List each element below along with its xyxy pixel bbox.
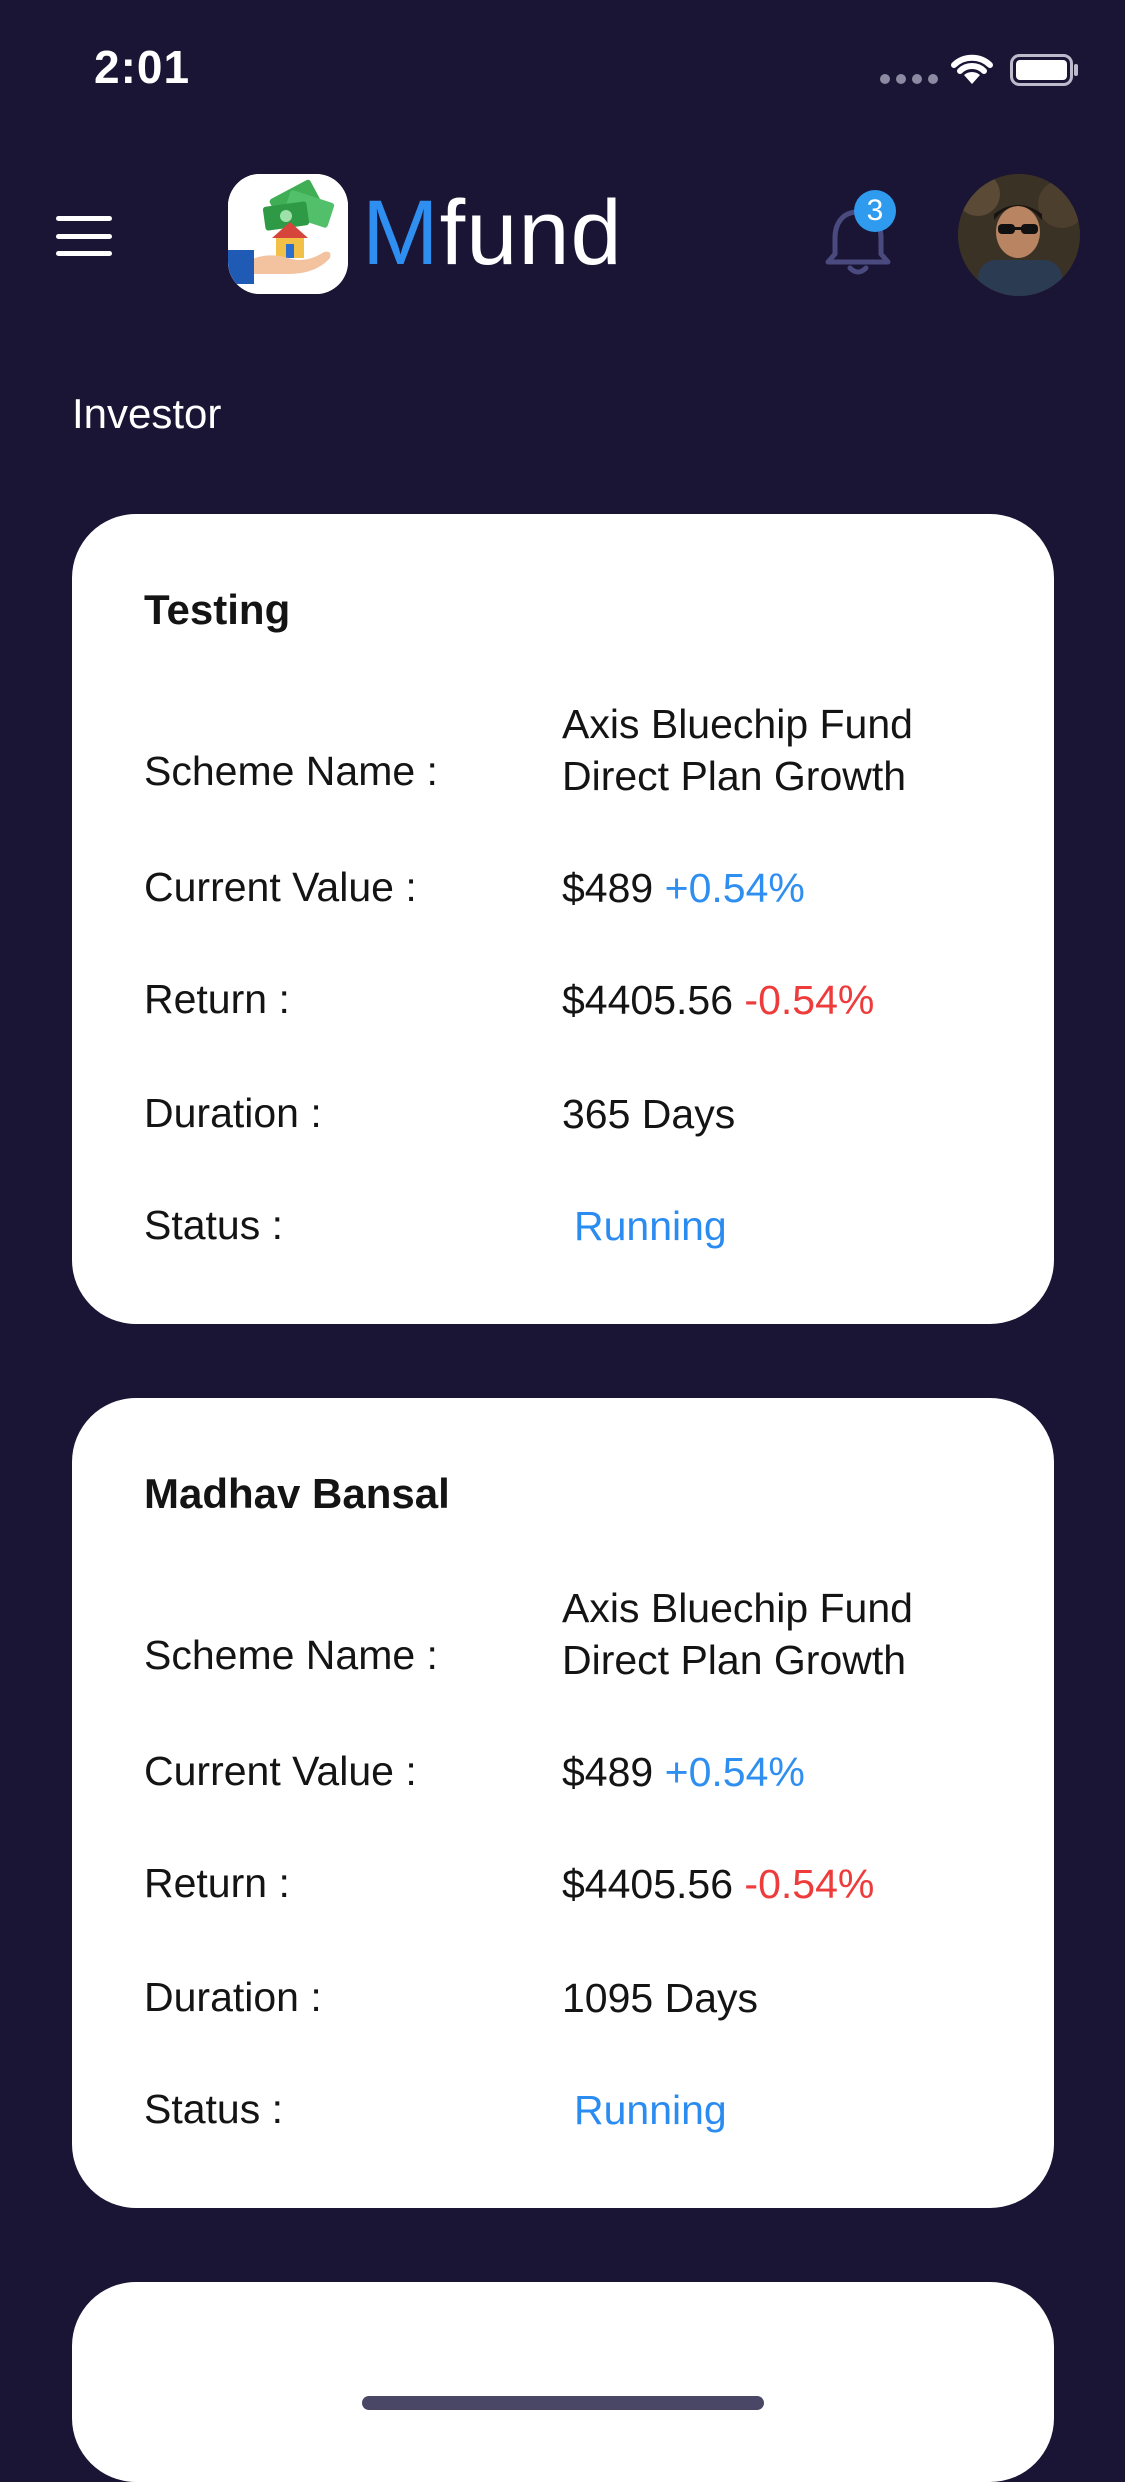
investment-card-partial[interactable]	[72, 2282, 1054, 2482]
return-change: -0.54%	[744, 1861, 875, 1907]
status-label: Status :	[144, 1202, 284, 1248]
cellular-signal-icon	[880, 74, 938, 84]
current-value-amount: $489	[562, 865, 654, 911]
duration-value: 365 Days	[562, 1091, 736, 1137]
brand-accent-letter: M	[362, 182, 440, 284]
scheme-name-label: Scheme Name :	[144, 1632, 438, 1678]
status-value: Running	[574, 2087, 727, 2133]
return-value: $4405.56 -0.54%	[562, 1858, 874, 1910]
scheme-name-line-1: Axis Bluechip Fund	[562, 701, 913, 747]
home-indicator[interactable]	[362, 2396, 764, 2410]
investment-card[interactable]: Testing Scheme Name : Axis Bluechip Fund…	[72, 514, 1054, 1324]
notification-count-badge: 3	[854, 190, 896, 232]
duration-label: Duration :	[144, 1090, 322, 1136]
brand-name: Mfund	[362, 178, 623, 288]
return-value: $4405.56 -0.54%	[562, 974, 874, 1026]
app-header: Mfund 3	[0, 170, 1125, 300]
status-value: Running	[574, 1203, 727, 1249]
brand-rest-text: fund	[439, 182, 623, 284]
investor-name: Testing	[144, 586, 291, 633]
scheme-name-value: Axis Bluechip Fund Direct Plan Growth	[562, 1582, 982, 1686]
return-amount: $4405.56	[562, 977, 734, 1023]
current-value-change: +0.54%	[664, 1749, 805, 1795]
return-label: Return :	[144, 1860, 290, 1906]
current-value-label: Current Value :	[144, 1748, 417, 1794]
return-change: -0.54%	[744, 977, 875, 1023]
battery-icon	[1010, 54, 1078, 86]
section-label: Investor	[72, 390, 222, 437]
notification-button[interactable]: 3	[818, 190, 898, 284]
return-label: Return :	[144, 976, 290, 1022]
scheme-name-line-2: Direct Plan Growth	[562, 1637, 907, 1683]
return-amount: $4405.56	[562, 1861, 734, 1907]
scheme-name-label: Scheme Name :	[144, 748, 438, 794]
current-value-amount: $489	[562, 1749, 654, 1795]
scheme-name-line-2: Direct Plan Growth	[562, 753, 907, 799]
current-value: $489 +0.54%	[562, 862, 805, 914]
hamburger-menu-icon[interactable]	[56, 216, 112, 256]
money-hand-logo-icon	[228, 174, 348, 294]
investment-card[interactable]: Madhav Bansal Scheme Name : Axis Bluechi…	[72, 1398, 1054, 2208]
scheme-name-value: Axis Bluechip Fund Direct Plan Growth	[562, 698, 982, 802]
investor-name: Madhav Bansal	[144, 1470, 450, 1517]
wifi-icon	[951, 54, 993, 84]
duration-label: Duration :	[144, 1974, 322, 2020]
app-logo	[228, 174, 348, 294]
avatar[interactable]	[958, 174, 1080, 296]
status-time: 2:01	[94, 41, 191, 93]
user-profile-photo	[958, 174, 1080, 296]
duration-value: 1095 Days	[562, 1975, 759, 2021]
status-label: Status :	[144, 2086, 284, 2132]
current-value: $489 +0.54%	[562, 1746, 805, 1798]
scheme-name-line-1: Axis Bluechip Fund	[562, 1585, 913, 1631]
current-value-change: +0.54%	[664, 865, 805, 911]
status-bar: 2:01	[0, 0, 1125, 130]
current-value-label: Current Value :	[144, 864, 417, 910]
